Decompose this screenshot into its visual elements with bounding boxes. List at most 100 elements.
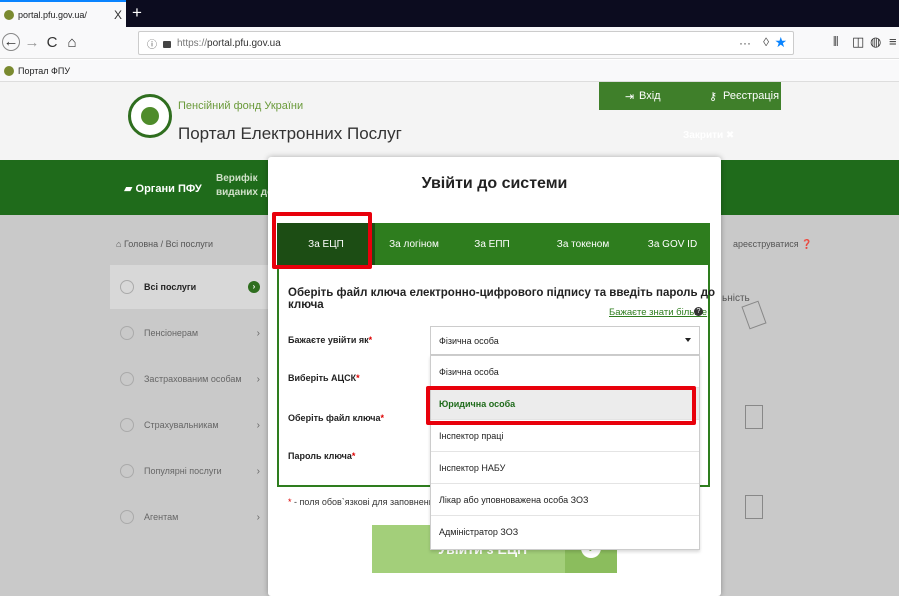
service-card-title: ьність [722,293,750,304]
site-header: Пенсійний фонд України Портал Електронни… [0,82,899,160]
required-mark: * [368,335,373,345]
required-mark: * [351,451,356,461]
required-footnote: * - поля обов`язкові для заповнення [288,497,439,507]
footnote-text: - поля обов`язкові для заповнення [291,497,439,507]
folder-icon [120,510,134,524]
breadcrumb: ⌂ Головна / Всі послуги [116,239,213,249]
sidebar-item-employers[interactable]: Страхувальникам › [110,403,274,447]
tab-gov-id[interactable]: За GOV ID [635,223,710,265]
screenshot-root: portal.pfu.gov.ua/ X + ← → C ⌂ ⓘ https:/… [0,0,899,596]
chevron-right-icon: › [256,419,260,431]
help-icon: ❓ [801,239,813,249]
site-info-icon[interactable]: ⓘ [147,36,157,51]
chevron-down-icon [685,338,691,342]
sidebar-item-label: Страхувальникам [144,420,219,430]
sidebar-item-label: Агентам [144,512,179,522]
url-host: portal.pfu.gov.ua [207,37,281,49]
forward-button[interactable]: → [22,33,42,53]
chevron-right-icon: › [256,327,260,339]
reload-button[interactable]: C [42,33,62,53]
option-zoz-admin[interactable]: Адміністратор ЗОЗ [431,516,699,548]
required-mark: * [356,373,360,383]
option-nabu-inspector[interactable]: Інспектор НАБУ [431,452,699,484]
tab-title: portal.pfu.gov.ua/ [18,9,87,20]
page-actions-icon[interactable]: ··· [739,36,751,50]
browser-nav-bar: ← → C ⌂ ⓘ https:// portal.pfu.gov.ua ···… [0,27,899,59]
pocket-icon[interactable]: ◊ [763,35,769,49]
key-password-label: Пароль ключа* [288,451,355,461]
portal-title: Портал Електронних Послуг [178,124,402,143]
sidebar-item-label: Популярні послуги [144,466,222,476]
menu-icon[interactable]: ≡ [889,34,897,49]
sidebar-item-label: Пенсіонерам [144,328,199,338]
option-individual[interactable]: Фізична особа [431,356,699,388]
select-value: Фізична особа [439,335,499,346]
sidebar-item-pensioners[interactable]: Пенсіонерам › [110,311,274,355]
login-link[interactable]: Вхід [639,90,661,102]
required-mark: * [380,413,385,423]
learn-more-link[interactable]: Бажаєте знати більше [609,307,707,318]
envelope-card-icon [741,300,767,330]
tab-epp[interactable]: За ЕПП [453,223,531,265]
annotation-highlight-legal-entity [426,386,696,425]
extension-icon[interactable]: ◍ [870,34,881,50]
favicon-icon [4,9,14,20]
pfu-logo [128,94,172,138]
library-icon[interactable]: ⫴ [833,34,838,50]
bookmarks-bar: Портал ФПУ [0,60,899,82]
document-icon [120,372,134,386]
lock-icon [163,40,171,48]
login-icon: ⇥ [625,91,635,103]
url-bar[interactable]: ⓘ https:// portal.pfu.gov.ua ··· ◊ ★ [138,31,794,55]
sidebar-item-label: Застрахованим особам [144,374,242,384]
document-card-icon [745,495,763,519]
home-icon: ⌂ [116,239,124,249]
key-file-label: Оберіть файл ключа* [288,413,384,423]
sidebar-icon[interactable]: ◫ [852,34,864,50]
sidebar-item-all-services[interactable]: Всі послуги › [110,265,274,309]
breadcrumb-text[interactable]: Головна / Всі послуги [124,239,213,249]
tab-token[interactable]: За токеном [531,223,635,265]
sidebar-item-label: Всі послуги [144,282,197,292]
auth-box: ⇥ Вхід ⚷ Реєстрація [599,82,781,110]
close-modal-link[interactable]: Закрити ✖ [683,130,734,141]
document-card-icon [745,405,763,429]
chevron-right-icon: › [256,511,260,523]
browser-tab-bar: portal.pfu.gov.ua/ X + [0,0,899,27]
tab-close-button[interactable]: X [114,8,122,22]
key-icon: ⚷ [709,91,718,103]
url-protocol: https:// [177,37,208,49]
sidebar: Всі послуги › Пенсіонерам › Застраховани… [110,265,274,555]
login-as-label: Бажаєте увійти як* [288,335,372,345]
register-link[interactable]: Реєстрація [723,90,779,102]
sidebar-item-insured[interactable]: Застрахованим особам › [110,357,274,401]
nav-verify[interactable]: Верифік виданих до [216,172,273,200]
sidebar-item-agents[interactable]: Агентам › [110,495,274,539]
new-tab-button[interactable]: + [132,3,142,23]
field-label-text: Оберіть файл ключа [288,413,381,423]
sidebar-item-popular[interactable]: Популярні послуги › [110,449,274,493]
question-icon: ? [694,307,703,316]
acsk-label: Виберіть АЦСК* [288,373,360,383]
chevron-right-icon: › [256,465,260,477]
home-button[interactable]: ⌂ [62,33,82,53]
nav-organs[interactable]: ▰ Органи ПФУ [124,182,202,195]
field-label-text: Бажаєте увійти як [288,335,369,345]
modal-title: Увійти до системи [421,175,568,192]
login-as-dropdown: Фізична особа Юридична особа Інспектор п… [430,355,700,550]
browser-tab[interactable]: portal.pfu.gov.ua/ X [0,0,126,27]
annotation-highlight-ecp-tab [272,212,372,269]
login-as-select[interactable]: Фізична особа [430,326,700,355]
tab-login[interactable]: За логіном [375,223,453,265]
register-hint[interactable]: ареєструватися ❓ [733,239,812,250]
option-doctor[interactable]: Лікар або уповноважена особа ЗОЗ [431,484,699,516]
field-label-text: Виберіть АЦСК [288,373,357,383]
ukraine-map-icon: ▰ [124,183,136,195]
chevron-right-icon: › [256,373,260,385]
chevron-right-icon: › [248,281,260,293]
info-icon [120,418,134,432]
envelope-icon [120,326,134,340]
bookmark-portal[interactable]: Портал ФПУ [18,66,70,76]
back-button[interactable]: ← [2,33,20,51]
bookmark-star-icon[interactable]: ★ [774,34,787,51]
